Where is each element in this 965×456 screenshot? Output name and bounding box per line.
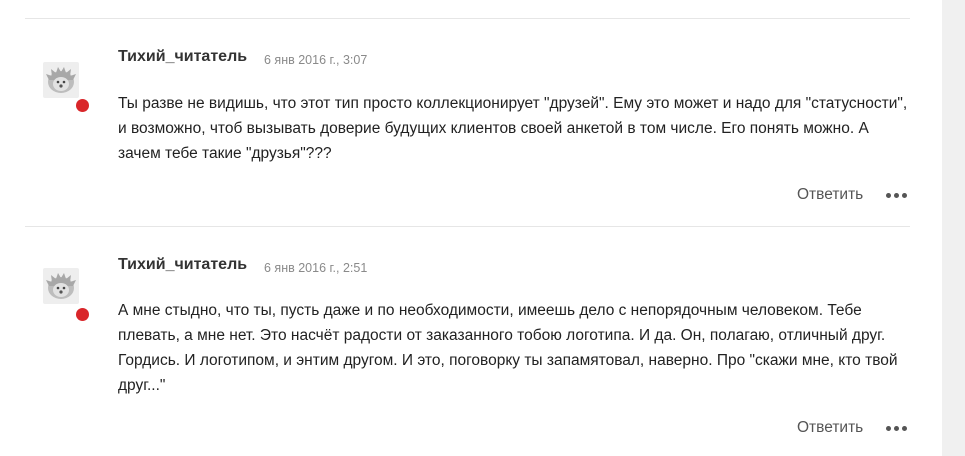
- hedgehog-avatar-icon: [46, 273, 76, 299]
- comment-date[interactable]: 6 янв 2016 г., 3:07: [264, 53, 367, 67]
- reply-button[interactable]: Ответить: [797, 419, 863, 437]
- comment-author[interactable]: Тихий_читатель: [118, 48, 247, 66]
- comment-text: Ты разве не видишь, что этот тип просто …: [118, 95, 908, 162]
- more-options-icon[interactable]: [886, 193, 908, 199]
- status-dot: [76, 99, 89, 112]
- comment-divider: [25, 226, 910, 227]
- comment-text: А мне стыдно, что ты, пусть даже и по не…: [118, 302, 898, 394]
- more-options-icon[interactable]: [886, 426, 908, 432]
- reply-button[interactable]: Ответить: [797, 186, 863, 204]
- avatar[interactable]: [43, 268, 79, 304]
- comment-divider: [25, 18, 910, 19]
- hedgehog-avatar-icon: [46, 67, 76, 93]
- status-dot: [76, 308, 89, 321]
- avatar[interactable]: [43, 62, 79, 98]
- comment-date[interactable]: 6 янв 2016 г., 2:51: [264, 261, 367, 275]
- comment-author[interactable]: Тихий_читатель: [118, 256, 247, 274]
- right-scroll-rail: [942, 0, 965, 456]
